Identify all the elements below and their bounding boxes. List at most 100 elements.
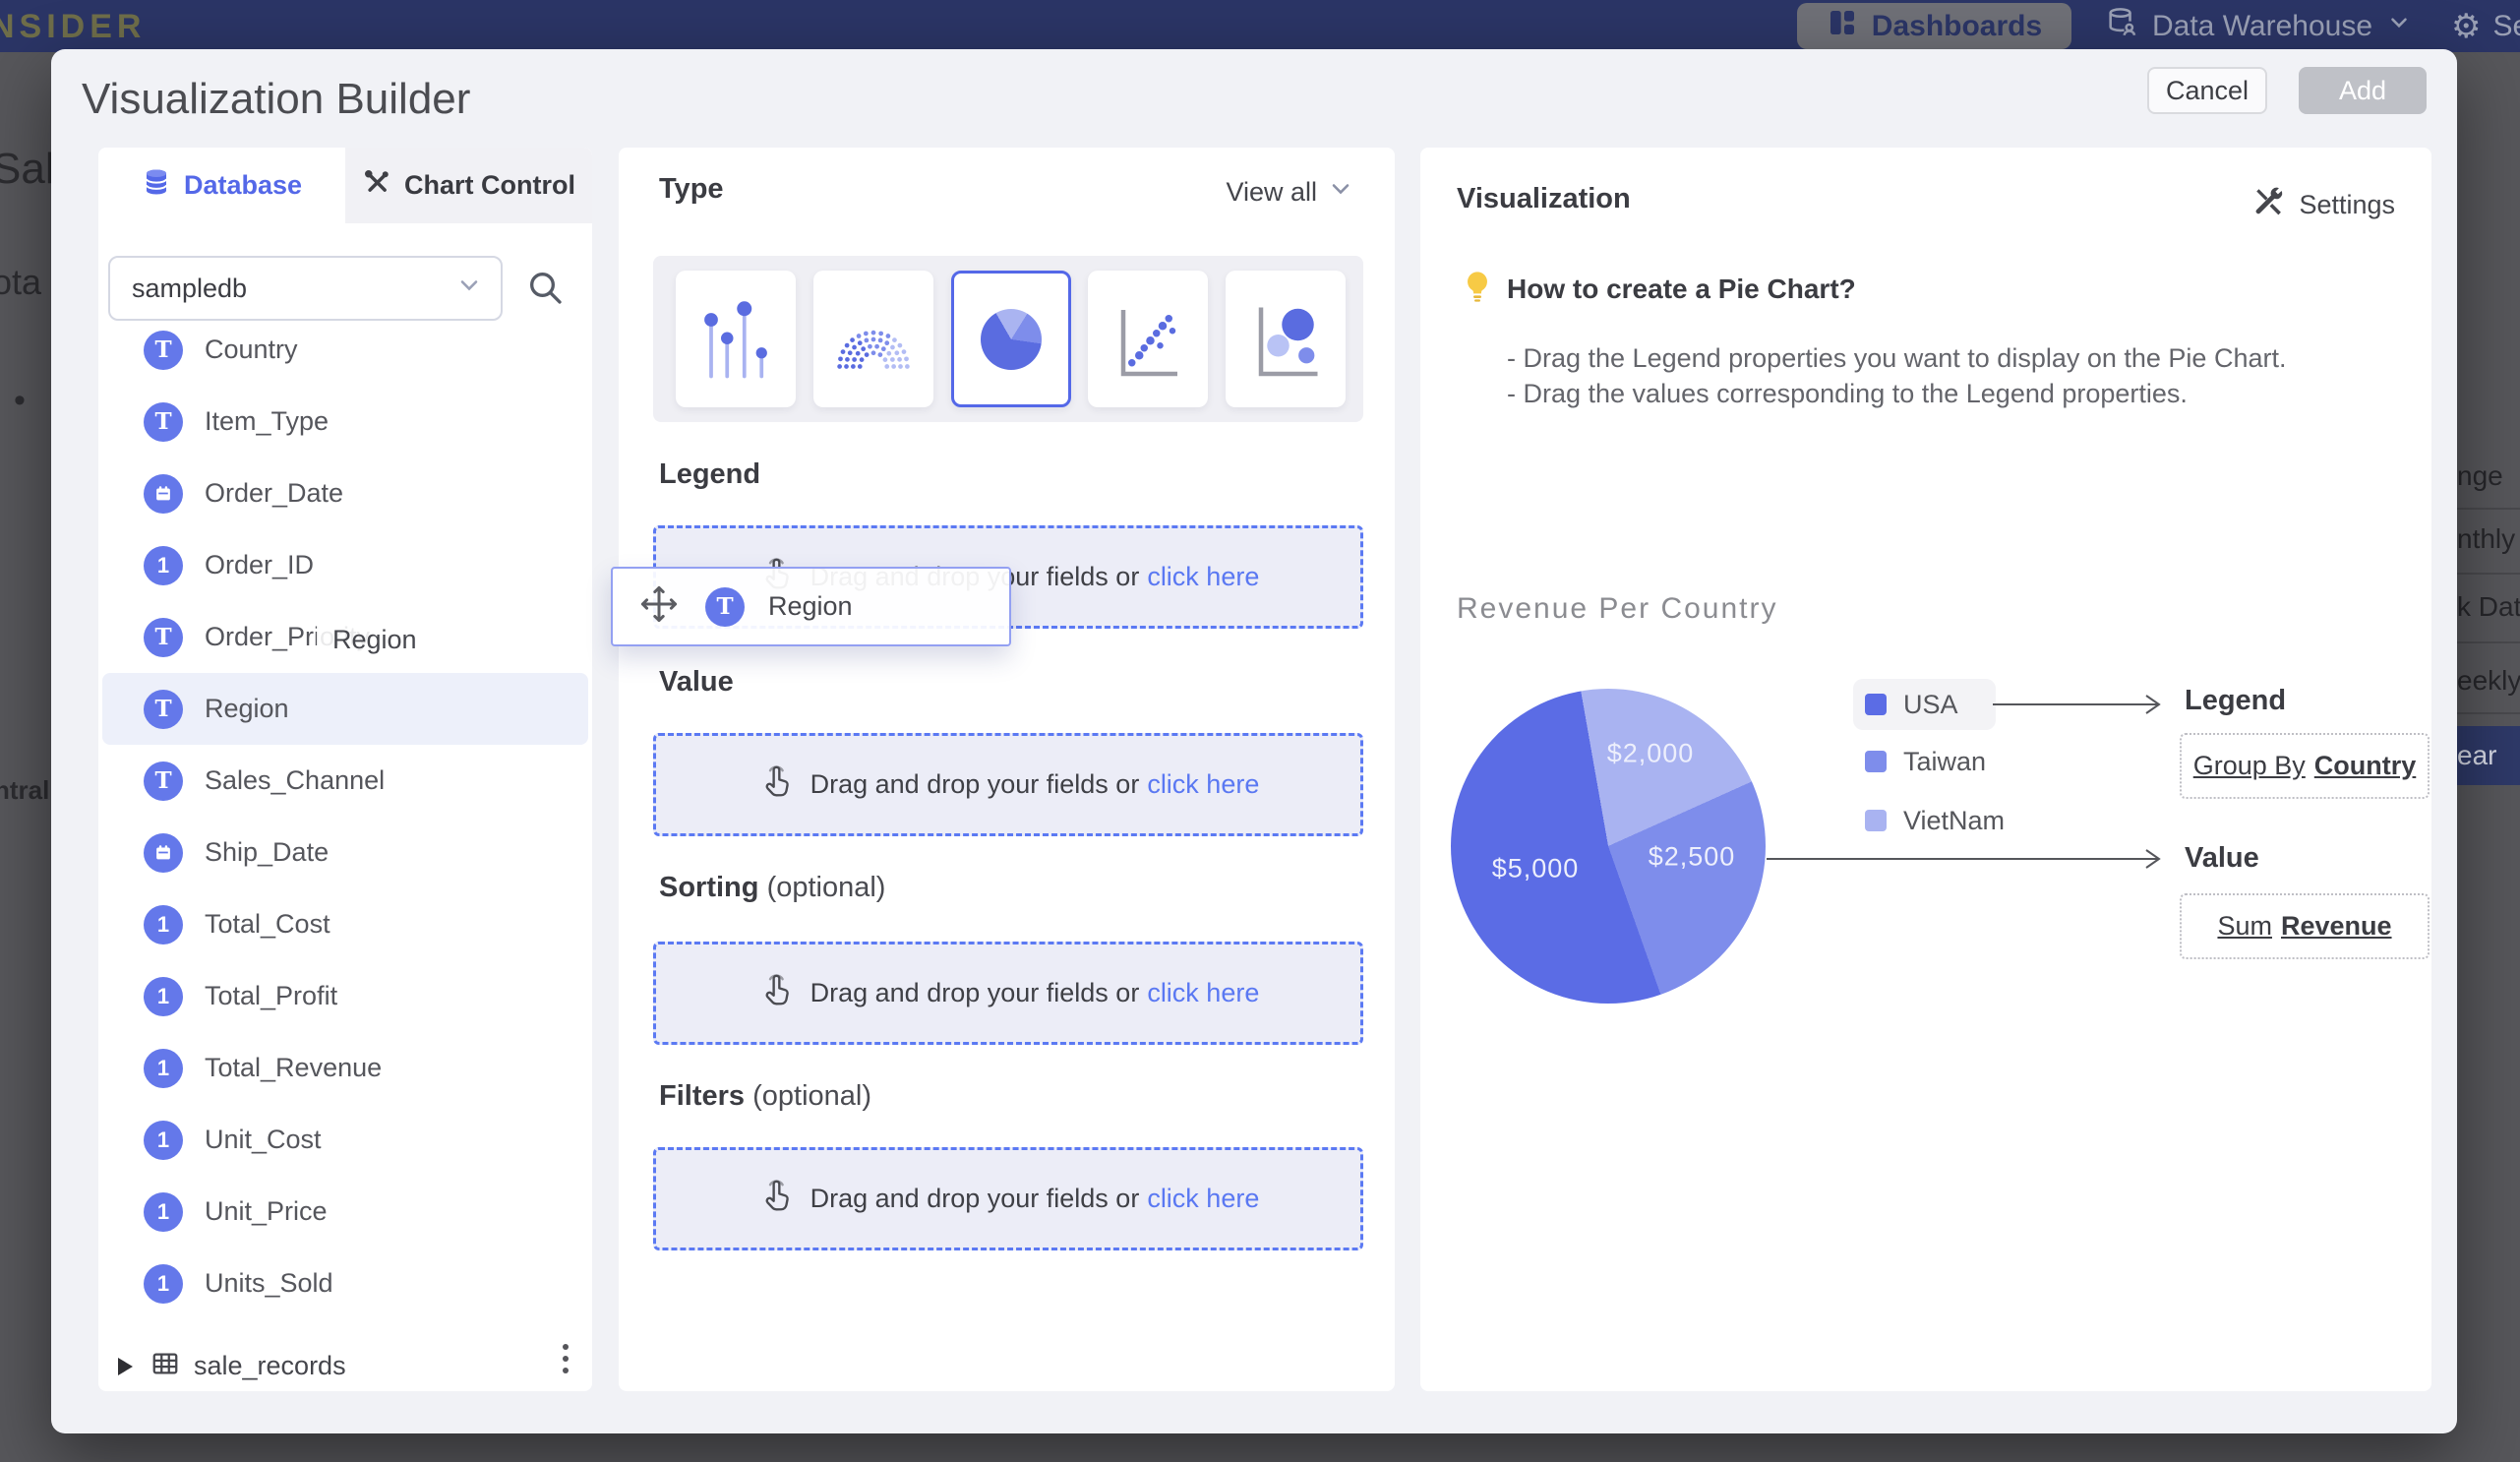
dropzone-click-here-link[interactable]: click here <box>1147 1184 1259 1213</box>
number-field-icon: 1 <box>144 977 183 1016</box>
dropzone-click-here-link[interactable]: click here <box>1147 769 1259 799</box>
top-nav: NSIDER Dashboards Data Warehouse ⚙ Setti… <box>0 0 2520 52</box>
chart-type-arc[interactable] <box>813 271 933 407</box>
crossed-tools-icon <box>2252 185 2286 225</box>
settings-button[interactable]: Settings <box>2252 185 2395 225</box>
type-label: Type <box>659 173 724 206</box>
dropzone-text: Drag and drop your fields or <box>810 1184 1140 1213</box>
add-button[interactable]: Add <box>2299 67 2427 114</box>
legend-item-vietnam: VietNam <box>1853 795 2042 846</box>
value-dropzone[interactable]: Drag and drop your fields orclick here <box>653 733 1363 836</box>
modal-title: Visualization Builder <box>82 75 470 124</box>
number-field-icon: 1 <box>144 546 183 585</box>
field-row[interactable]: Order_Date <box>102 457 588 529</box>
screen: NSIDER Dashboards Data Warehouse ⚙ Setti… <box>0 0 2520 1462</box>
sorting-dropzone[interactable]: Drag and drop your fields orclick here <box>653 942 1363 1045</box>
field-row[interactable]: 1 Order_ID <box>102 529 588 601</box>
dropzone-click-here-link[interactable]: click here <box>1147 562 1259 591</box>
drag-ghost-region[interactable]: T Region <box>611 567 1011 646</box>
app-logo: NSIDER <box>0 8 146 46</box>
group-by-box: Group By Country <box>2180 733 2430 799</box>
settings-label: Settings <box>2299 190 2395 220</box>
visualization-panel: Visualization Settings How to create a P… <box>1420 148 2431 1391</box>
table-row-sale-records[interactable]: sale_records <box>98 1330 592 1391</box>
number-field-icon: 1 <box>144 1121 183 1160</box>
field-row[interactable]: 1 Total_Profit <box>102 960 588 1032</box>
tab-chart-control[interactable]: Chart Control <box>345 148 592 223</box>
field-label: Total_Cost <box>205 909 330 940</box>
date-field-icon <box>144 474 183 514</box>
pie-chart: $5,000 $2,500 $2,000 <box>1451 689 1766 1004</box>
database-icon <box>142 167 171 204</box>
view-all-label: View all <box>1226 177 1317 208</box>
annotation-legend-heading: Legend <box>2185 685 2286 717</box>
bg-menu-item: k Date <box>2457 591 2520 623</box>
chart-type-lollipop[interactable] <box>676 271 796 407</box>
field-label: Units_Sold <box>205 1268 333 1299</box>
field-row[interactable]: T Sales_Channel <box>102 745 588 817</box>
caret-right-icon[interactable] <box>118 1358 133 1375</box>
text-field-icon: T <box>144 761 183 801</box>
dashboard-grid-icon <box>1827 7 1858 46</box>
tip-line: - Drag the Legend properties you want to… <box>1507 340 2286 376</box>
nav-settings[interactable]: ⚙ Settings <box>2451 0 2520 52</box>
number-field-icon: 1 <box>144 905 183 944</box>
visualization-builder-modal: Visualization Builder Cancel Add Databas… <box>51 49 2457 1433</box>
field-row[interactable]: 1 Units_Sold <box>102 1248 588 1319</box>
field-label: Unit_Cost <box>205 1125 322 1155</box>
left-tabs: Database Chart Control <box>98 148 592 223</box>
cancel-button[interactable]: Cancel <box>2147 67 2267 114</box>
database-select[interactable]: sampledb <box>108 256 503 321</box>
filters-section-label: Filters (optional) <box>659 1080 871 1113</box>
chevron-down-icon <box>455 272 483 306</box>
number-field-icon: 1 <box>144 1264 183 1304</box>
nav-dashboards[interactable]: Dashboards <box>1797 3 2071 49</box>
bg-fragment: ota <box>0 262 41 303</box>
tab-database[interactable]: Database <box>98 148 345 223</box>
kebab-menu-icon[interactable] <box>563 1344 570 1373</box>
tip-title: How to create a Pie Chart? <box>1507 274 1856 305</box>
nav-settings-label: Settings <box>2492 10 2520 43</box>
chevron-down-icon <box>2386 10 2412 43</box>
visualization-header: Visualization <box>1457 183 1631 215</box>
nav-data-warehouse[interactable]: Data Warehouse <box>2105 0 2412 52</box>
drag-ghost-label: Region <box>768 591 853 622</box>
legend-swatch <box>1865 810 1887 831</box>
field-row[interactable]: 1 Total_Cost <box>102 888 588 960</box>
field-row[interactable]: 1 Unit_Price <box>102 1176 588 1248</box>
field-row[interactable]: 1 Total_Revenue <box>102 1032 588 1104</box>
legend-item-taiwan: Taiwan <box>1853 736 2023 787</box>
filters-dropzone[interactable]: Drag and drop your fields orclick here <box>653 1147 1363 1250</box>
dropzone-click-here-link[interactable]: click here <box>1147 978 1259 1007</box>
tab-database-label: Database <box>184 170 302 201</box>
field-row[interactable]: 1 Unit_Cost <box>102 1104 588 1176</box>
gear-icon: ⚙ <box>2451 10 2481 43</box>
field-row[interactable]: T Item_Type <box>102 386 588 457</box>
tap-hand-icon <box>757 1177 795 1221</box>
field-row[interactable]: Ship_Date <box>102 817 588 888</box>
search-icon[interactable] <box>525 268 567 309</box>
view-all-button[interactable]: View all <box>1226 175 1354 210</box>
pie-slice-label: $2,500 <box>1649 842 1736 873</box>
move-icon <box>638 583 680 630</box>
field-label: Ship_Date <box>205 837 329 868</box>
field-label: Order_ID <box>205 550 314 580</box>
chart-type-pie-selected[interactable] <box>951 271 1071 407</box>
field-label: Total_Revenue <box>205 1053 382 1083</box>
pie-type-icon <box>981 309 1042 370</box>
text-field-icon: T <box>144 690 183 729</box>
bg-menu-item: eekly <box>2457 665 2520 697</box>
tap-hand-icon <box>757 971 795 1015</box>
field-row[interactable]: T Country <box>102 314 588 386</box>
warehouse-database-icon <box>2105 6 2138 47</box>
legend-label: USA <box>1903 690 1958 720</box>
chart-type-bubble[interactable] <box>1226 271 1346 407</box>
field-label: Country <box>205 335 298 365</box>
chevron-down-icon <box>1327 175 1354 210</box>
chart-type-scatter[interactable] <box>1088 271 1208 407</box>
bg-menu-item: nge <box>2457 460 2520 492</box>
field-row-selected[interactable]: T Region <box>102 673 588 745</box>
legend-item-usa: USA <box>1853 679 1996 730</box>
tip-line: - Drag the values corresponding to the L… <box>1507 376 2286 411</box>
legend-label: Taiwan <box>1903 747 1986 777</box>
